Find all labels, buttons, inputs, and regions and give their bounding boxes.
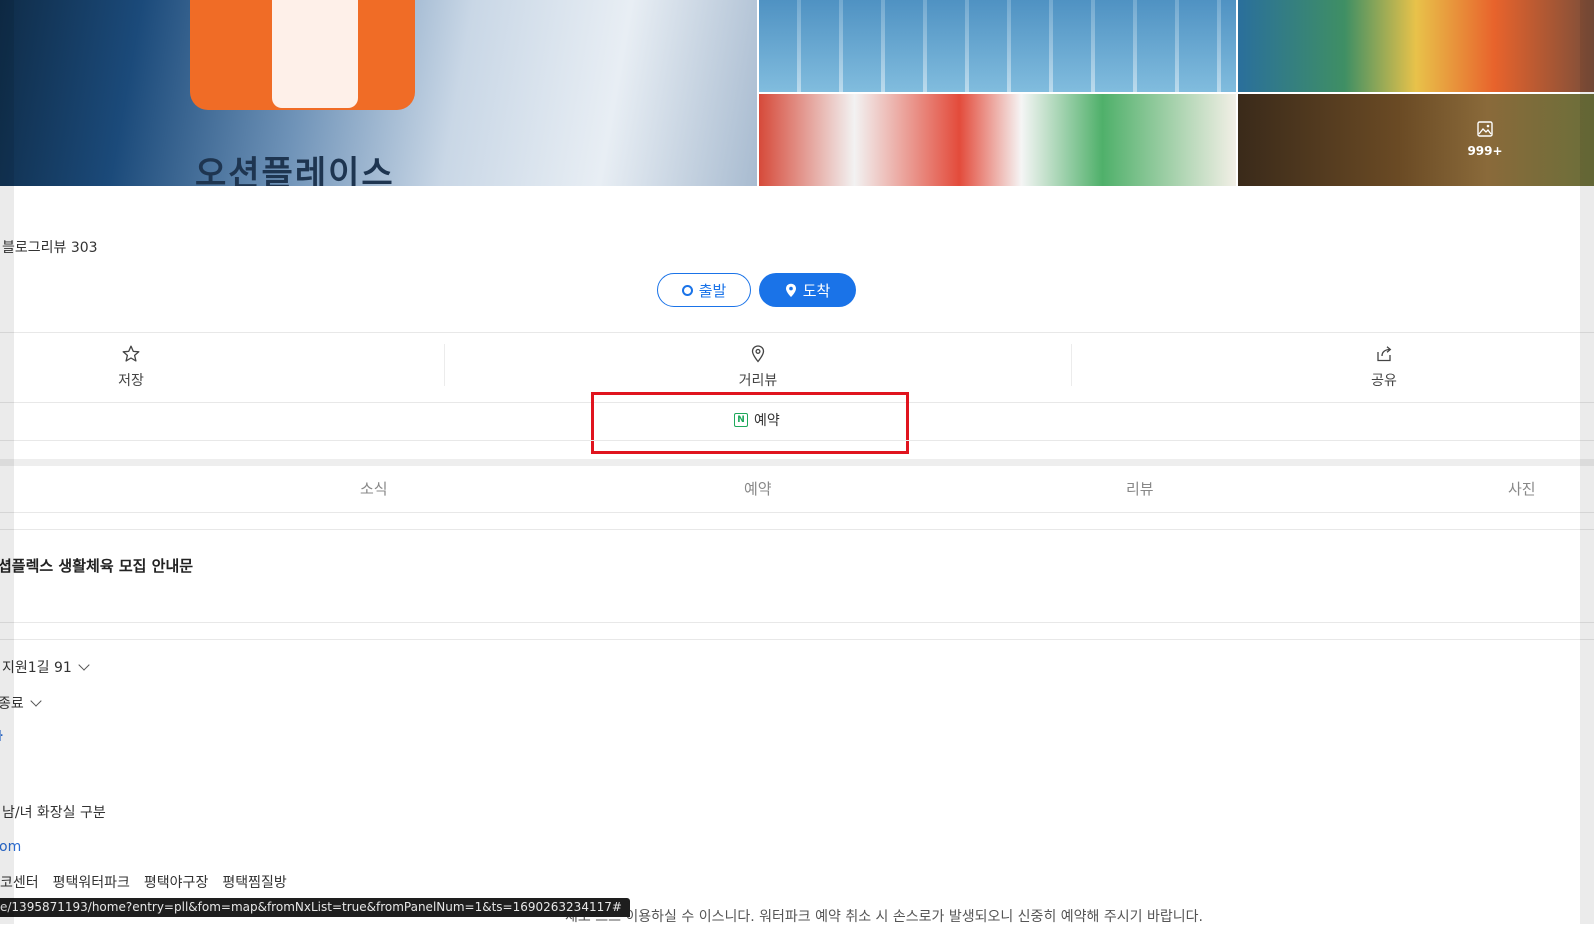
section-divider [0,459,1594,466]
share-action[interactable]: 공유 [1364,344,1404,390]
divider [0,440,1594,441]
left-overlay [0,0,14,924]
tag-item[interactable]: 평택워터파크 [53,872,130,892]
tag-item[interactable]: 평택찜질방 [222,872,286,892]
arrive-button[interactable]: 도착 [759,273,856,307]
star-icon [122,345,140,362]
highlight-annotation [591,392,909,454]
address-row[interactable]: 지원1길 91 [2,657,90,677]
right-overlay [1580,0,1594,924]
divider [0,512,1594,513]
tag-item[interactable]: 평택야구장 [144,872,208,892]
pool-photo[interactable] [759,0,1236,92]
tab-photo[interactable]: 사진 [1508,478,1536,499]
blog-review-count[interactable]: 블로그리뷰 303 [2,237,98,257]
notice-title[interactable]: 셥플렉스 생활체육 모집 안내문 [0,555,193,576]
tab-booking[interactable]: 예약 [744,478,772,499]
kids-zone-photo[interactable] [1238,0,1594,92]
more-photos-count: 999+ [1467,144,1503,158]
sign-graphic-inner [272,0,358,108]
action-divider [1071,344,1072,386]
location-pin-icon [785,283,796,297]
facility-text: 남/녀 화장실 구분 [2,805,106,821]
start-dot-icon [681,284,693,296]
location-pin-outline-icon [751,345,765,363]
streetview-label: 거리뷰 [738,373,778,389]
arrive-label: 도착 [802,281,831,300]
more-photos-overlay[interactable]: 999+ [1455,120,1515,158]
save-label: 저장 [118,373,144,389]
share-label: 공유 [1371,373,1397,389]
theater-photo[interactable] [1238,94,1594,186]
divider [0,529,1594,530]
save-action[interactable]: 저장 [111,344,151,390]
action-divider [444,344,445,386]
tab-review[interactable]: 리뷰 [1126,478,1154,499]
chevron-down-icon [78,658,90,671]
keyword-tags: 코센터 평택워터파크 평택야구장 평택찜질방 [0,872,287,892]
chevron-down-icon [30,694,42,707]
start-button[interactable]: 출발 [657,273,751,307]
streetview-action[interactable]: 거리뷰 [728,344,788,390]
status-bar-url: e/1395871193/home?entry=pll&fom=map&from… [0,898,630,917]
divider [0,622,1594,623]
divider [0,639,1594,640]
tab-news[interactable]: 소식 [360,478,388,499]
truncated-description: 채로 드으 이용하실 수 이스니다. 워터파크 예약 취소 시 손스로가 발생되… [565,909,1203,925]
image-icon [1477,121,1493,137]
divider [0,332,1594,333]
start-label: 출발 [698,281,727,300]
building-sign-text: 오션플레이스 [195,154,395,186]
route-buttons: 출발 도착 [657,273,856,307]
place-page: 오션플레이스 999+ 블로그리뷰 303 출발 도착 저장 거리뷰 공유 N … [0,0,1594,925]
main-photo[interactable]: 오션플레이스 [0,0,757,186]
facility-row: 남/녀 화장실 구분 [2,802,106,822]
lounge-photo[interactable] [759,94,1236,186]
share-icon [1377,346,1392,362]
